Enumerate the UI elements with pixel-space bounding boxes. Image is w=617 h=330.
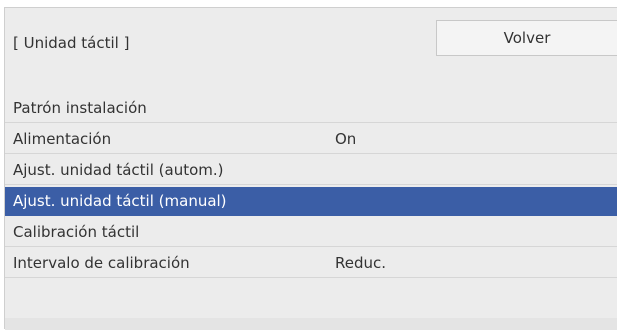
- menu-item-ajust-manual[interactable]: Ajust. unidad táctil (manual): [5, 187, 617, 216]
- menu-item-label: Ajust. unidad táctil (manual): [13, 192, 227, 210]
- menu-item-alimentacion[interactable]: Alimentación On: [5, 125, 617, 154]
- menu-item-label: Patrón instalación: [13, 99, 147, 117]
- menu-item-calibracion-tactil[interactable]: Calibración táctil: [5, 218, 617, 247]
- menu-item-patron-instalacion[interactable]: Patrón instalación: [5, 94, 617, 123]
- menu-item-label: Ajust. unidad táctil (autom.): [13, 161, 224, 179]
- menu-item-value: Reduc.: [335, 254, 387, 272]
- back-button[interactable]: Volver: [436, 20, 617, 56]
- panel-footer: [5, 318, 617, 330]
- menu-item-intervalo-calibracion[interactable]: Intervalo de calibración Reduc.: [5, 249, 617, 278]
- menu-item-ajust-autom[interactable]: Ajust. unidad táctil (autom.): [5, 156, 617, 185]
- menu-item-label: Calibración táctil: [13, 223, 140, 241]
- menu-item-label: Alimentación: [13, 130, 112, 148]
- settings-menu: Patrón instalación Alimentación On Ajust…: [5, 94, 617, 280]
- menu-item-value: On: [335, 130, 357, 148]
- settings-panel: [ Unidad táctil ] Volver Patrón instalac…: [4, 7, 617, 330]
- page-title: [ Unidad táctil ]: [13, 34, 130, 52]
- menu-item-label: Intervalo de calibración: [13, 254, 190, 272]
- panel-header: [ Unidad táctil ] Volver: [5, 8, 617, 91]
